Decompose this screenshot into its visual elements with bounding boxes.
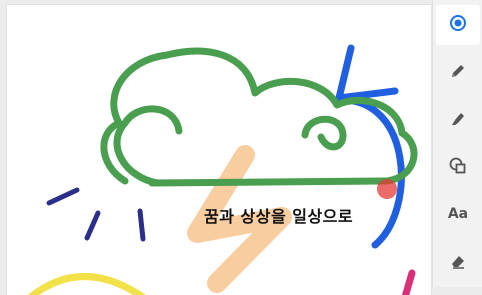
eraser-tool-button[interactable]: [436, 243, 480, 283]
radio-target-icon: [449, 14, 467, 36]
select-tool-button[interactable]: [436, 5, 480, 45]
text-tool-button[interactable]: Aa: [436, 194, 480, 234]
highlighter-tool-button[interactable]: [436, 101, 480, 141]
navy-dash-stroke: [49, 190, 77, 203]
eraser-icon: [449, 252, 467, 274]
highlighter-icon: [449, 110, 467, 132]
shapes-icon: [448, 156, 468, 180]
text-icon: Aa: [448, 206, 468, 222]
shapes-tool-button[interactable]: [436, 148, 480, 188]
navy-dash-stroke: [140, 211, 143, 239]
green-cloud-stroke: [104, 51, 414, 183]
drawing-canvas[interactable]: 꿈과 상상을 일상으로: [7, 5, 431, 295]
sketch-drawing: [7, 5, 431, 295]
magenta-stroke: [405, 273, 412, 295]
pen-tool-button[interactable]: [436, 53, 480, 93]
canvas-caption: 꿈과 상상을 일상으로: [204, 203, 353, 227]
ink-toolbar: Aa: [432, 0, 482, 287]
red-dot-stroke: [377, 179, 397, 199]
yellow-arc-stroke: [27, 277, 147, 295]
navy-dash-stroke: [87, 213, 98, 238]
pen-icon: [449, 62, 467, 84]
blue-arrowhead-stroke: [339, 48, 395, 98]
